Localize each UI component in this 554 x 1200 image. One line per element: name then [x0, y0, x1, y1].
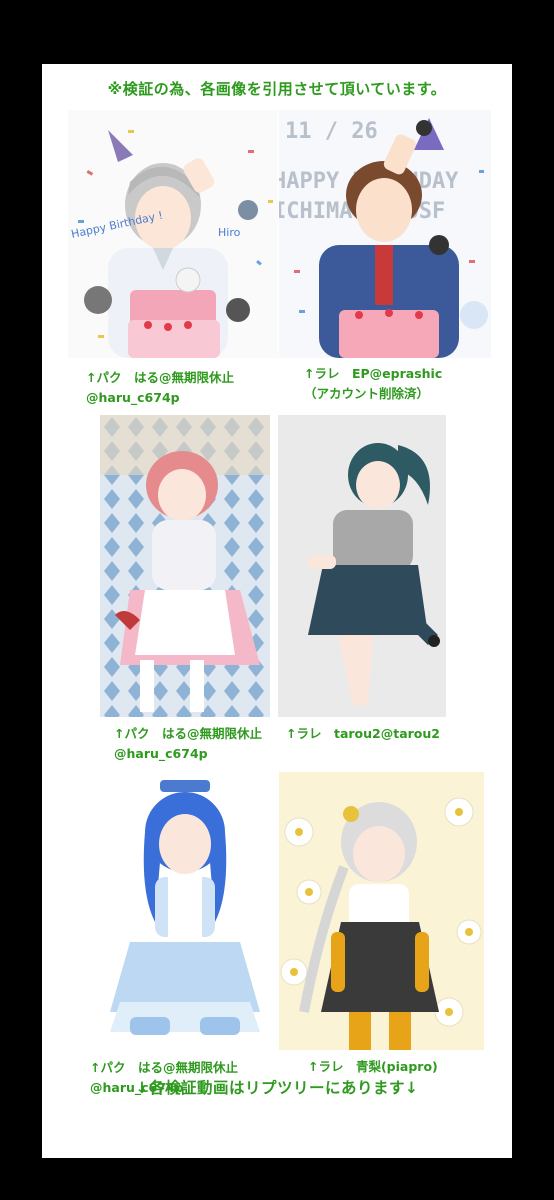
illustration-5 — [100, 772, 270, 1050]
footer-note: ↓各検証動画はリプツリーにあります↓ — [135, 1079, 419, 1097]
caption-5-line1: ↑パク はる@無期限休止 — [90, 1060, 238, 1075]
content-card: ※検証の為、各画像を引用させて頂いています。 Happy Birthday ! … — [42, 64, 512, 1158]
caption-2-line2: （アカウント削除済） — [304, 386, 430, 401]
illustration-3 — [100, 415, 270, 717]
caption-4: ↑ラレ tarou2@tarou2 — [286, 724, 440, 744]
illustration-2: 11 / 26 HAPPY BIRTHDAY ICHIMATSU OSF — [279, 110, 491, 358]
illustration-4 — [278, 415, 446, 717]
caption-1-line2: @haru_c674p — [86, 390, 180, 405]
caption-2: ↑ラレ EP@eprashic （アカウント削除済） — [304, 364, 442, 404]
caption-6-line1: ↑ラレ 青梨(piapro) — [308, 1059, 438, 1074]
illustration-1: Happy Birthday ! Hiro — [68, 110, 278, 358]
caption-1-line1: ↑パク はる@無期限休止 — [86, 370, 234, 385]
caption-3: ↑パク はる@無期限休止 @haru_c674p — [114, 724, 262, 764]
caption-2-line1: ↑ラレ EP@eprashic — [304, 366, 443, 381]
notice-header: ※検証の為、各画像を引用させて頂いています。 — [107, 80, 447, 98]
caption-3-line1: ↑パク はる@無期限休止 — [114, 726, 262, 741]
illustration-6 — [279, 772, 484, 1050]
caption-1: ↑パク はる@無期限休止 @haru_c674p — [86, 368, 234, 408]
caption-4-line1: ↑ラレ tarou2@tarou2 — [286, 726, 440, 741]
caption-3-line2: @haru_c674p — [114, 746, 208, 761]
overlay-text-name: Hiro — [218, 226, 241, 239]
overlay-text-date: 11 / 26 — [285, 119, 378, 144]
caption-6: ↑ラレ 青梨(piapro) — [308, 1057, 438, 1077]
